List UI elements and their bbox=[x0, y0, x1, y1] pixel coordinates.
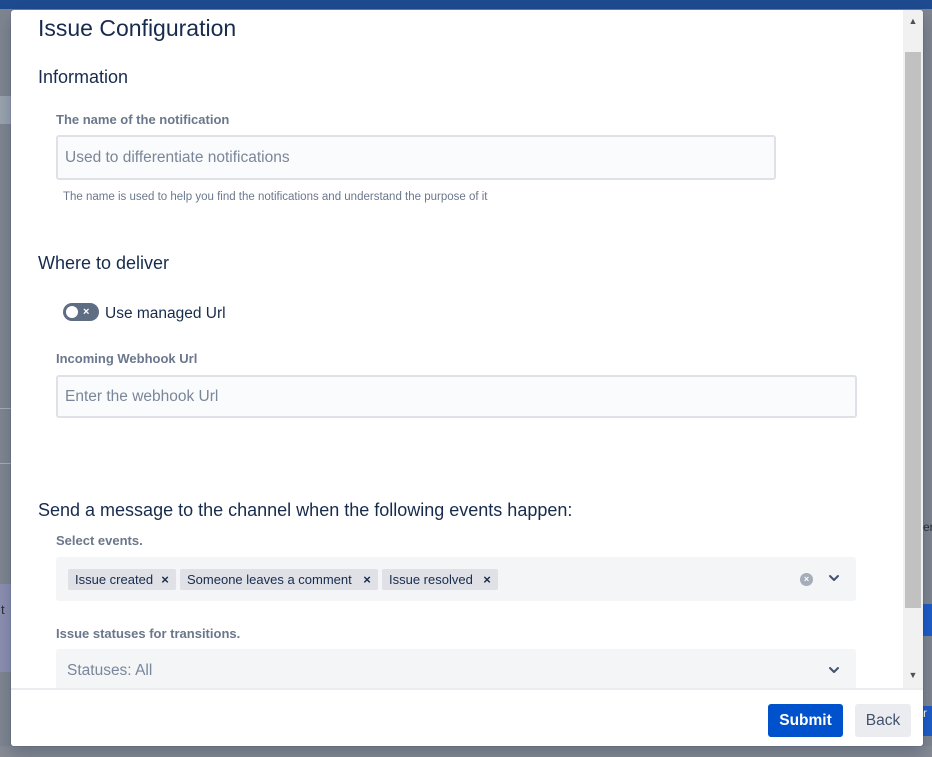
remove-icon[interactable]: × bbox=[476, 572, 498, 587]
where-to-deliver-heading: Where to deliver bbox=[38, 253, 170, 273]
issue-configuration-dialog: Issue Configuration Information The name… bbox=[11, 10, 923, 746]
back-button[interactable]: Back bbox=[855, 704, 911, 737]
dialog-body: Issue Configuration Information The name… bbox=[11, 10, 903, 688]
event-chip-label: Issue resolved bbox=[389, 572, 473, 587]
chevron-down-icon[interactable] bbox=[826, 567, 842, 589]
event-chip-someone-leaves-a-comment: Someone leaves a comment × bbox=[180, 569, 378, 590]
webhook-url-input[interactable] bbox=[56, 375, 857, 418]
event-chip-issue-created: Issue created × bbox=[68, 569, 176, 590]
notification-name-input[interactable] bbox=[56, 135, 776, 180]
managed-url-toggle-label: Use managed Url bbox=[105, 305, 226, 322]
event-chip-label: Issue created bbox=[75, 572, 154, 587]
background-left-text: t bbox=[1, 602, 5, 617]
notification-name-label: The name of the notification bbox=[56, 112, 230, 127]
managed-url-toggle[interactable]: × bbox=[63, 303, 99, 321]
webhook-url-label: Incoming Webhook Url bbox=[56, 351, 198, 366]
background-top-bar bbox=[0, 0, 932, 9]
toggle-off-icon: × bbox=[83, 306, 90, 318]
dialog-scrollbar[interactable]: ▲ ▼ bbox=[903, 10, 923, 688]
events-multiselect[interactable]: Issue created × Someone leaves a comment… bbox=[56, 557, 856, 601]
notification-name-helper: The name is used to help you find the no… bbox=[63, 191, 488, 203]
select-events-label: Select events. bbox=[56, 533, 143, 548]
dialog-footer: Submit Back bbox=[11, 688, 923, 746]
background-right-button: r bbox=[923, 706, 932, 736]
background-right-button-label: r bbox=[923, 706, 927, 720]
issue-statuses-select[interactable]: Statuses: All bbox=[56, 649, 856, 688]
background-right-text: er bbox=[923, 520, 932, 534]
events-heading: Send a message to the channel when the f… bbox=[38, 500, 573, 520]
background-bottom-bar bbox=[0, 746, 932, 757]
information-heading: Information bbox=[38, 67, 129, 87]
scroll-up-icon[interactable]: ▲ bbox=[903, 12, 923, 30]
dialog-title: Issue Configuration bbox=[38, 15, 237, 41]
remove-icon[interactable]: × bbox=[154, 572, 176, 587]
submit-button[interactable]: Submit bbox=[768, 704, 843, 737]
chevron-down-icon[interactable] bbox=[826, 659, 842, 681]
event-chip-label: Someone leaves a comment bbox=[187, 572, 352, 587]
background-right-button bbox=[923, 604, 932, 636]
issue-statuses-label: Issue statuses for transitions. bbox=[56, 626, 241, 641]
toggle-knob bbox=[66, 306, 78, 318]
scrollbar-thumb[interactable] bbox=[905, 52, 921, 608]
statuses-value: Statuses: All bbox=[67, 662, 153, 679]
clear-selection-icon[interactable]: × bbox=[800, 573, 813, 586]
event-chip-issue-resolved: Issue resolved × bbox=[382, 569, 498, 590]
remove-icon[interactable]: × bbox=[356, 572, 378, 587]
scroll-down-icon[interactable]: ▼ bbox=[903, 666, 923, 684]
